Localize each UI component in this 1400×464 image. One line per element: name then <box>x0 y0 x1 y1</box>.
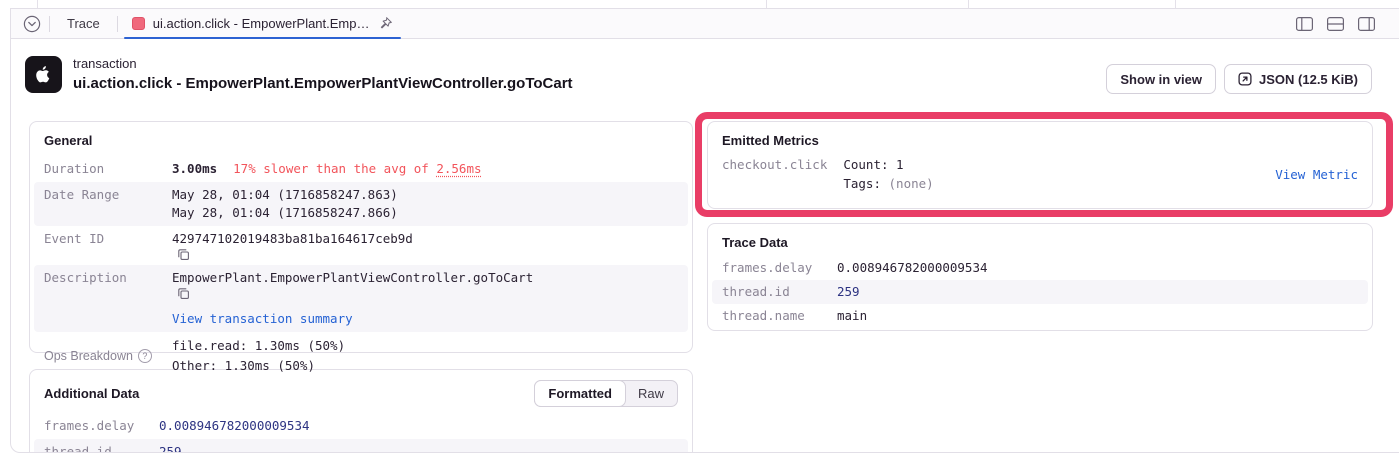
row-key: thread.id <box>44 443 159 453</box>
general-title: General <box>30 122 692 156</box>
format-toggle-formatted[interactable]: Formatted <box>534 380 626 407</box>
apple-platform-icon <box>25 56 62 93</box>
format-toggle: Formatted Raw <box>534 380 678 407</box>
emitted-metrics-title: Emitted Metrics <box>708 122 1372 153</box>
collapse-drawer-button[interactable] <box>17 13 47 35</box>
row-value: 0.008946782000009534 <box>837 259 988 277</box>
row-key: Duration <box>44 160 172 178</box>
row-thread-name: thread.name main <box>712 304 1368 328</box>
row-date-range: Date Range May 28, 01:04 (1716858247.863… <box>34 182 688 226</box>
active-tab-underline <box>124 37 401 39</box>
drawer-layout-controls <box>1296 17 1375 31</box>
ops-breakdown-other: Other: 1.30ms (50%) <box>172 356 345 376</box>
row-value: main <box>837 307 867 325</box>
dock-bottom-icon[interactable] <box>1327 17 1344 31</box>
row-key: Event ID <box>44 230 172 261</box>
additional-data-card: Additional Data Formatted Raw frames.del… <box>29 369 693 453</box>
general-card: General Duration 3.00ms 17% slower than t… <box>29 121 693 353</box>
header-actions: Show in view JSON (12.5 KiB) <box>1106 64 1372 94</box>
help-icon[interactable]: ? <box>138 349 152 363</box>
view-metric-link[interactable]: View Metric <box>1275 165 1358 184</box>
duration-comparison: 17% slower than the avg of 2.56ms <box>233 161 481 176</box>
description-value: EmpowerPlant.EmpowerPlantViewController.… <box>172 270 533 285</box>
row-key: thread.name <box>722 307 837 325</box>
row-value: 259 <box>837 283 860 301</box>
event-type-label: transaction <box>73 56 573 72</box>
chevron-down-circle-icon <box>23 15 41 33</box>
event-id-value: 429747102019483ba81ba164617ceb9d <box>172 231 413 246</box>
format-toggle-raw[interactable]: Raw <box>625 381 677 406</box>
trace-data-card: Trace Data frames.delay 0.00894678200000… <box>707 223 1373 331</box>
json-button-label: JSON (12.5 KiB) <box>1259 72 1358 87</box>
tab-transaction-active[interactable]: ui.action.click - EmpowerPlant.Emp… <box>120 9 403 38</box>
row-event-id: Event ID 429747102019483ba81ba164617ceb9… <box>34 226 688 265</box>
row-key: Description <box>44 269 172 328</box>
row-description: Description EmpowerPlant.EmpowerPlantVie… <box>34 265 688 332</box>
row-thread-id: thread.id 259 <box>712 280 1368 304</box>
duration-value: 3.00ms <box>172 161 217 176</box>
view-transaction-summary-link[interactable]: View transaction summary <box>172 311 353 326</box>
row-value: 0.008946782000009534 <box>159 417 310 435</box>
dock-left-icon[interactable] <box>1296 17 1313 31</box>
row-key: thread.id <box>722 283 837 301</box>
copy-icon[interactable] <box>177 287 190 300</box>
copy-icon[interactable] <box>177 248 190 261</box>
tab-divider <box>49 16 50 32</box>
row-frames-delay: frames.delay 0.008946782000009534 <box>34 413 688 439</box>
metric-tags: Tags: (none) <box>843 174 933 193</box>
row-key: Date Range <box>44 186 172 222</box>
top-divider <box>1175 0 1176 8</box>
row-duration: Duration 3.00ms 17% slower than the avg o… <box>34 156 688 182</box>
show-in-view-button[interactable]: Show in view <box>1106 64 1216 94</box>
row-key: frames.delay <box>722 259 837 277</box>
tab-trace[interactable]: Trace <box>52 9 115 38</box>
row-frames-delay: frames.delay 0.008946782000009534 <box>712 256 1368 280</box>
external-link-icon <box>1238 72 1252 86</box>
top-divider <box>37 0 38 8</box>
metric-count: Count: 1 <box>843 155 933 174</box>
pin-icon[interactable] <box>378 16 393 31</box>
ops-breakdown-file-read: file.read: 1.30ms (50%) <box>172 336 345 356</box>
background-page-strip <box>0 0 1400 8</box>
tab-transaction-label: ui.action.click - EmpowerPlant.Emp… <box>153 16 370 31</box>
tab-divider <box>117 16 118 32</box>
row-value: 259 <box>159 443 182 453</box>
json-download-button[interactable]: JSON (12.5 KiB) <box>1224 64 1372 94</box>
row-thread-id: thread.id 259 <box>34 439 688 453</box>
trace-data-title: Trace Data <box>708 224 1372 256</box>
transaction-type-swatch <box>132 17 145 30</box>
avg-duration-value[interactable]: 2.56ms <box>436 161 481 176</box>
event-header: transaction ui.action.click - EmpowerPla… <box>25 56 573 94</box>
row-key: Ops Breakdown? <box>44 336 172 376</box>
drawer-tab-bar: Trace ui.action.click - EmpowerPlant.Emp… <box>11 9 1399 39</box>
top-divider <box>766 0 767 8</box>
date-range-end: May 28, 01:04 (1716858247.866) <box>172 204 398 222</box>
row-key: frames.delay <box>44 417 159 435</box>
emitted-metrics-card: Emitted Metrics checkout.click Count: 1 … <box>707 121 1373 209</box>
show-in-view-label: Show in view <box>1120 72 1202 87</box>
date-range-start: May 28, 01:04 (1716858247.863) <box>172 186 398 204</box>
trace-drawer: Trace ui.action.click - EmpowerPlant.Emp… <box>10 8 1399 453</box>
additional-data-title: Additional Data <box>44 386 139 401</box>
tab-trace-label: Trace <box>67 16 100 31</box>
page-title: ui.action.click - EmpowerPlant.EmpowerPl… <box>73 74 573 94</box>
metric-name: checkout.click <box>722 155 827 193</box>
top-divider <box>968 0 969 8</box>
dock-right-icon[interactable] <box>1358 17 1375 31</box>
